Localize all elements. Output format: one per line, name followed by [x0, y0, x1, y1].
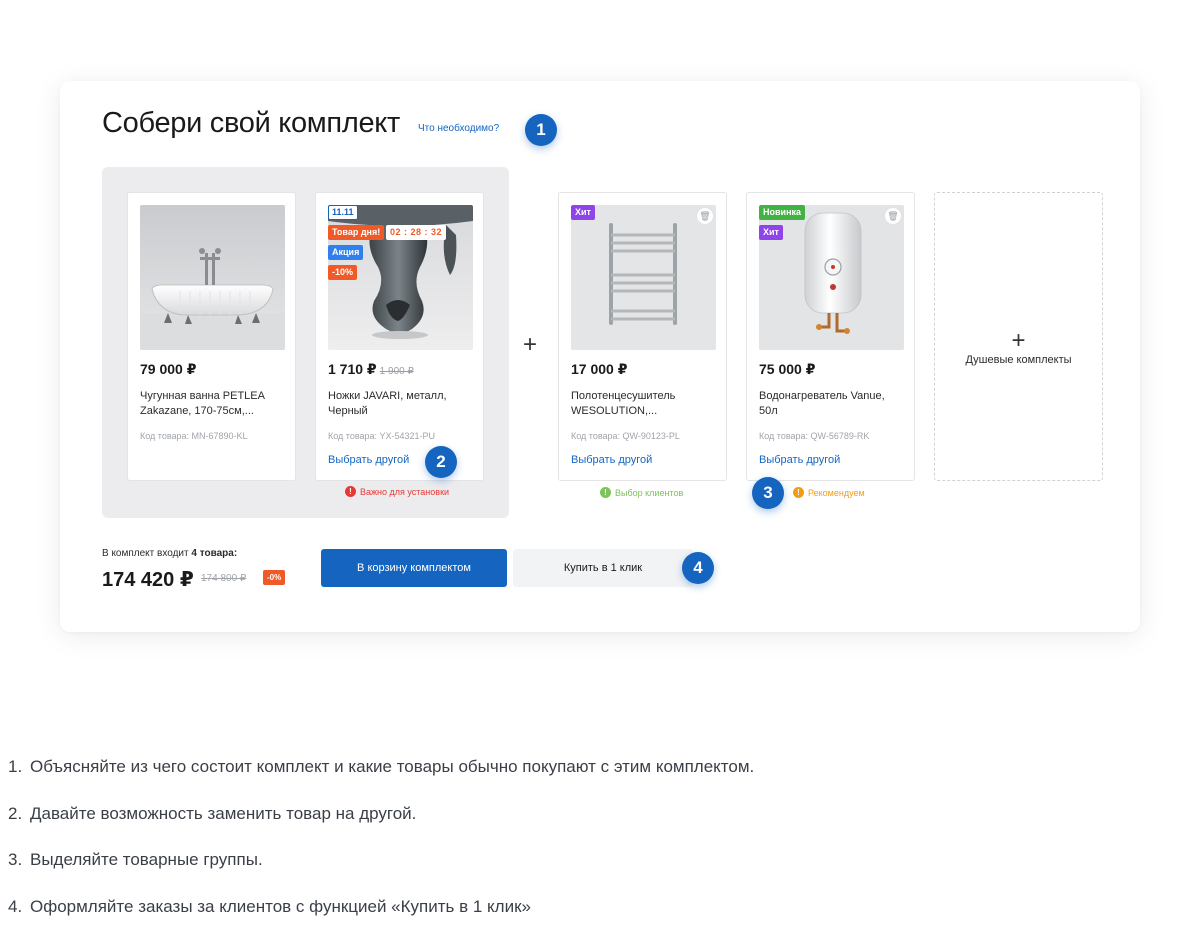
- trash-icon[interactable]: 🗑: [884, 207, 902, 225]
- choose-other-link[interactable]: Выбрать другой: [328, 454, 409, 466]
- product-old-price: 1 900 ₽: [379, 366, 414, 377]
- choice-note-text: Выбор клиентов: [615, 487, 684, 498]
- bundle-count-prefix: В комплект входит: [102, 548, 192, 559]
- product-card-legs[interactable]: 11.11 Товар дня! 02 : 28 : 32 Акция -10%…: [315, 192, 484, 481]
- hit-badge: Хит: [571, 205, 595, 220]
- towel-warmer-image[interactable]: Хит 🗑: [571, 205, 716, 350]
- alert-icon: !: [600, 487, 611, 498]
- tips-list: 1. Объясняйте из чего состоит комплект и …: [8, 757, 754, 927]
- product-price: 1 710 ₽1 900 ₽: [328, 361, 414, 378]
- product-name[interactable]: Полотенцесушитель WESOLUTION,...: [571, 389, 716, 419]
- tip-item: 3. Выделяйте товарные группы.: [8, 850, 754, 897]
- tip-text: Давайте возможность заменить товар на др…: [30, 803, 417, 823]
- product-code: Код товара: MN-67890-KL: [140, 431, 248, 441]
- bundle-count-value: 4 товара:: [191, 548, 238, 559]
- add-bundle-to-cart-button[interactable]: В корзину комплектом: [321, 549, 507, 587]
- plus-icon: +: [1011, 327, 1026, 354]
- product-code: Код товара: QW-90123-PL: [571, 431, 680, 441]
- required-note: ! Важно для установки: [345, 486, 449, 497]
- bundle-total-price: 174 420 ₽: [102, 569, 194, 591]
- choose-other-link[interactable]: Выбрать другой: [759, 454, 840, 466]
- tip-item: 2. Давайте возможность заменить товар на …: [8, 804, 754, 851]
- product-price: 79 000 ₽: [140, 361, 197, 377]
- required-items-group: 79 000 ₽ Чугунная ванна PETLEA Zakazane,…: [102, 167, 509, 518]
- bundle-old-price: 174 800 ₽: [201, 573, 247, 584]
- help-link[interactable]: Что необходимо?: [418, 123, 499, 134]
- product-price: 75 000 ₽: [759, 361, 816, 377]
- product-card-towel-warmer[interactable]: Хит 🗑 17 000 ₽ Полотенцесушитель WESOLUT…: [558, 192, 727, 481]
- product-name[interactable]: Чугунная ванна PETLEA Zakazane, 170-75см…: [140, 389, 285, 419]
- product-price-value: 1 710 ₽: [328, 361, 377, 377]
- deal-timer: 02 : 28 : 32: [386, 225, 447, 240]
- marker-4: 4: [682, 552, 714, 584]
- recommend-note: ! Рекомендуем: [793, 487, 865, 498]
- product-card-bathtub[interactable]: 79 000 ₽ Чугунная ванна PETLEA Zakazane,…: [127, 192, 296, 481]
- sale-badge: Акция: [328, 245, 364, 260]
- recommend-note-text: Рекомендуем: [808, 487, 865, 498]
- one-click-buy-button[interactable]: Купить в 1 клик: [513, 549, 693, 587]
- tip-item: 1. Объясняйте из чего состоит комплект и …: [8, 757, 754, 804]
- bundle-panel: Собери свой комплект Что необходимо? 1 7…: [60, 81, 1140, 632]
- tip-number: 1.: [8, 757, 23, 776]
- marker-1: 1: [525, 114, 557, 146]
- marker-2: 2: [425, 446, 457, 478]
- legs-image[interactable]: 11.11 Товар дня! 02 : 28 : 32 Акция -10%: [328, 205, 473, 350]
- choose-other-link[interactable]: Выбрать другой: [571, 454, 652, 466]
- product-name[interactable]: Ножки JAVARI, металл, Черный: [328, 389, 473, 419]
- product-card-water-heater[interactable]: Новинка Хит 🗑 75 000 ₽ Водонагреватель V…: [746, 192, 915, 481]
- trash-icon[interactable]: 🗑: [696, 207, 714, 225]
- add-shower-sets-card[interactable]: + Душевые комплекты: [934, 192, 1103, 481]
- water-heater-image[interactable]: Новинка Хит 🗑: [759, 205, 904, 350]
- plus-icon: +: [523, 331, 538, 358]
- bathtub-image[interactable]: [140, 205, 285, 350]
- alert-icon: !: [345, 486, 356, 497]
- discount-badge: -10%: [328, 265, 358, 280]
- tip-item: 4. Оформляйте заказы за клиентов с функци…: [8, 897, 754, 927]
- bundle-discount-badge: -0%: [263, 570, 286, 585]
- tip-number: 3.: [8, 850, 23, 869]
- product-price: 17 000 ₽: [571, 361, 628, 377]
- product-name[interactable]: Водонагреватель Vanue, 50л: [759, 389, 904, 419]
- page-title: Собери свой комплект: [102, 107, 400, 139]
- alert-icon: !: [793, 487, 804, 498]
- tip-text: Объясняйте из чего состоит комплект и ка…: [30, 757, 755, 776]
- tip-text: Выделяйте товарные группы.: [30, 850, 263, 869]
- product-code: Код товара: QW-56789-RK: [759, 431, 870, 441]
- tip-number: 2.: [8, 803, 23, 823]
- tip-text: Оформляйте заказы за клиентов с функцией…: [30, 896, 531, 916]
- bundle-count-label: В комплект входит 4 товара:: [102, 548, 237, 559]
- required-note-text: Важно для установки: [360, 486, 450, 497]
- choice-note: ! Выбор клиентов: [600, 487, 683, 498]
- new-badge: Новинка: [759, 205, 806, 220]
- deal-of-day-badge: Товар дня!: [328, 225, 385, 240]
- product-code: Код товара: YX-54321-PU: [328, 431, 436, 441]
- add-card-label: Душевые комплекты: [965, 354, 1072, 366]
- date-badge: 11.11: [328, 205, 358, 220]
- hit-badge: Хит: [759, 225, 783, 240]
- tip-number: 4.: [8, 896, 23, 916]
- marker-3: 3: [752, 477, 784, 509]
